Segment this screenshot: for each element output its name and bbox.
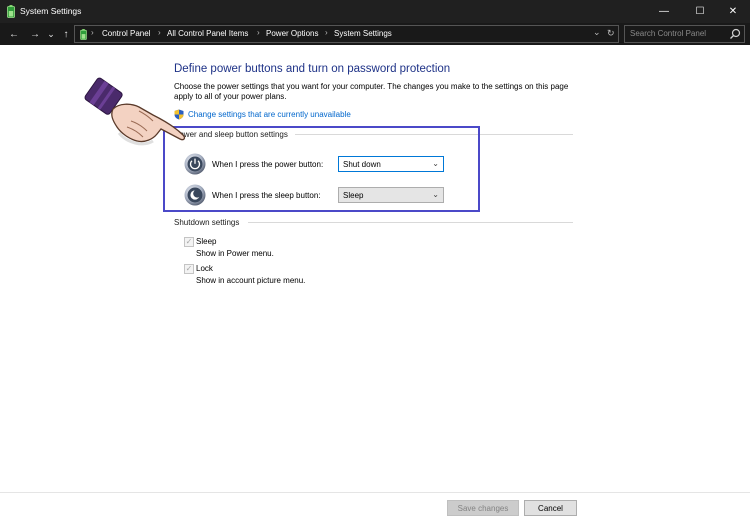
address-dropdown-button[interactable]: ⌄ [593, 27, 601, 38]
power-button-select-value: Shut down [343, 159, 381, 169]
recent-locations-button[interactable]: ⌄ [46, 26, 56, 42]
breadcrumb-separator: › [325, 28, 328, 37]
lock-checkbox[interactable]: ✓ [184, 264, 194, 274]
search-icon[interactable] [729, 28, 741, 40]
cancel-button[interactable]: Cancel [524, 500, 577, 516]
chevron-down-icon: ⌄ [432, 190, 439, 199]
title-bar: System Settings — ☐ ✕ [0, 0, 750, 23]
up-button[interactable]: ↑ [61, 26, 71, 42]
checkmark-icon: ✓ [185, 264, 193, 273]
pointing-hand-icon [84, 77, 186, 146]
sleep-button-label: When I press the sleep button: [212, 191, 321, 200]
change-settings-link-text[interactable]: Change settings that are currently unava… [188, 110, 351, 119]
sleep-checkbox-description: Show in Power menu. [196, 249, 274, 258]
window-title: System Settings [20, 6, 82, 16]
search-input[interactable]: Search Control Panel [624, 25, 745, 43]
chevron-down-icon: ⌄ [432, 159, 439, 168]
forward-button[interactable]: → [29, 26, 41, 42]
back-button[interactable]: ← [8, 26, 20, 42]
sleep-checkbox-label: Sleep [196, 237, 217, 246]
battery-icon [80, 29, 87, 40]
group-divider [248, 222, 573, 223]
breadcrumb-separator: › [91, 28, 94, 37]
shutdown-group-label: Shutdown settings [174, 218, 240, 227]
change-settings-link[interactable]: Change settings that are currently unava… [174, 109, 351, 120]
breadcrumb-all-items[interactable]: All Control Panel Items [167, 29, 248, 38]
battery-icon [7, 5, 15, 18]
sleep-checkbox[interactable]: ✓ [184, 237, 194, 247]
content-area: Define power buttons and turn on passwor… [0, 45, 750, 524]
page-description: Choose the power settings that you want … [174, 82, 569, 101]
address-bar: ← → ⌄ ↑ › Control Panel › All Control Pa… [0, 23, 750, 45]
sleep-button-select-value: Sleep [343, 190, 364, 200]
lock-checkbox-label: Lock [196, 264, 213, 273]
power-button-select[interactable]: Shut down ⌄ [338, 156, 444, 172]
sleep-button-select[interactable]: Sleep ⌄ [338, 187, 444, 203]
address-field[interactable]: › Control Panel › All Control Panel Item… [74, 25, 619, 43]
breadcrumb-separator: › [257, 28, 260, 37]
search-placeholder: Search Control Panel [630, 29, 707, 38]
sleep-moon-icon [184, 184, 206, 206]
refresh-button[interactable]: ↻ [607, 28, 615, 39]
power-button-label: When I press the power button: [212, 160, 324, 169]
breadcrumb-system-settings[interactable]: System Settings [334, 29, 392, 38]
minimize-button[interactable]: — [647, 0, 681, 23]
save-changes-button[interactable]: Save changes [447, 500, 519, 516]
lock-checkbox-description: Show in account picture menu. [196, 276, 306, 285]
footer-divider [0, 492, 750, 493]
close-button[interactable]: ✕ [716, 0, 750, 23]
maximize-button[interactable]: ☐ [683, 0, 717, 23]
breadcrumb-separator: › [158, 28, 161, 37]
breadcrumb-control-panel[interactable]: Control Panel [102, 29, 150, 38]
page-title: Define power buttons and turn on passwor… [174, 63, 451, 75]
breadcrumb-power-options[interactable]: Power Options [266, 29, 318, 38]
checkmark-icon: ✓ [185, 237, 193, 246]
